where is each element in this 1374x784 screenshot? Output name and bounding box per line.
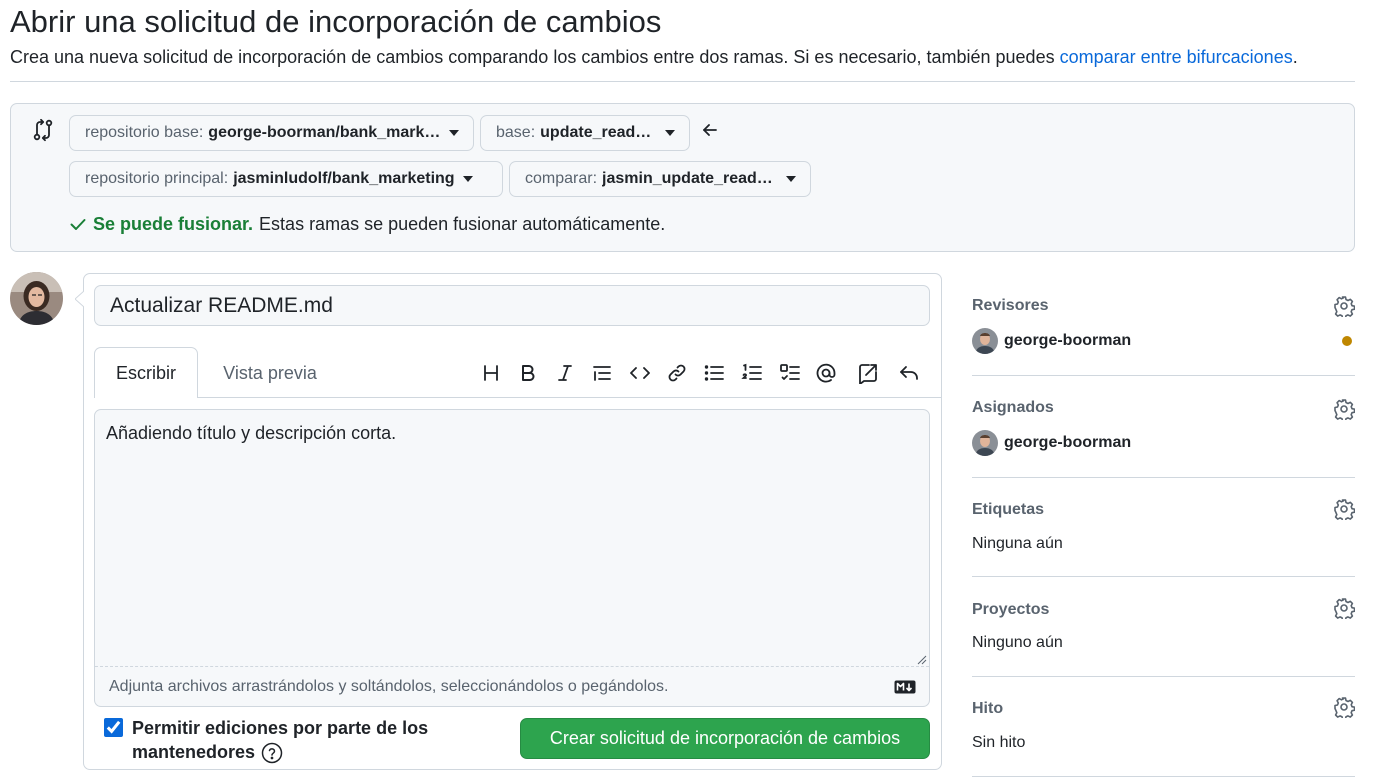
title-input[interactable] [94, 285, 930, 326]
projects-value: Ninguno aún [972, 634, 1063, 651]
undo-button[interactable] [896, 360, 922, 386]
speech-caret [75, 291, 84, 307]
dropzone-divider [95, 666, 929, 667]
check-icon [70, 219, 86, 230]
base-repo-value: george-boorman/bank_marketing [208, 124, 441, 141]
subtitle-text: Crea una nueva solicitud de incorporació… [10, 47, 1060, 67]
heading-icon [484, 365, 498, 381]
pending-review-dot [1342, 336, 1352, 346]
mention-icon [816, 363, 836, 383]
task-list-icon [780, 364, 800, 380]
reviewer-avatar [972, 328, 998, 354]
resize-handle-icon[interactable] [915, 653, 927, 665]
caret-down-icon [786, 176, 796, 182]
quote-button[interactable] [589, 360, 615, 386]
page-subtitle: Crea una nueva solicitud de incorporació… [10, 45, 1298, 69]
labels-value: Ninguna aún [972, 535, 1063, 552]
undo-icon [900, 366, 918, 380]
attach-hint[interactable]: Adjunta archivos arrastrándolos y soltán… [109, 676, 668, 698]
assignees-title[interactable]: Asignados [972, 397, 1054, 419]
heading-button[interactable] [478, 360, 504, 386]
caret-down-icon [449, 130, 459, 136]
ordered-list-icon [741, 363, 762, 380]
assignee-name: george-boorman [1004, 434, 1132, 451]
sidebar-divider [972, 776, 1355, 777]
author-avatar [10, 272, 63, 325]
reference-icon [859, 364, 877, 384]
code-icon [630, 367, 650, 379]
caret-down-icon [462, 176, 473, 182]
compare-branch-value: jasmin_update_readme [602, 170, 778, 187]
milestone-value: Sin hito [972, 734, 1026, 751]
reviewer-name: george-boorman [1004, 332, 1132, 349]
link-button[interactable] [664, 360, 690, 386]
compare-branch-label: comparar: [525, 170, 598, 187]
projects-title[interactable]: Proyectos [972, 599, 1049, 621]
caret-down-icon [665, 130, 675, 136]
merge-status-text: Estas ramas se pueden fusionar automátic… [259, 214, 666, 234]
bold-button[interactable] [515, 360, 541, 386]
tab-write[interactable]: Escribir [94, 347, 198, 398]
head-repo-button[interactable]: repositorio principal: jasminludolf/bank… [69, 161, 503, 197]
assignee-user[interactable]: george-boorman [972, 430, 1131, 456]
sidebar-divider [972, 676, 1355, 677]
git-compare-icon [33, 118, 53, 142]
gear-icon[interactable] [1333, 498, 1355, 520]
base-repo-label: repositorio base: [85, 124, 204, 141]
bold-icon [522, 365, 535, 381]
merge-status: Se puede fusionar. Estas ramas se pueden… [69, 212, 665, 236]
unordered-list-button[interactable] [701, 360, 727, 386]
sidebar-divider [972, 576, 1355, 577]
italic-icon [558, 365, 572, 381]
code-button[interactable] [627, 360, 653, 386]
assignee-avatar [972, 430, 998, 456]
quote-icon [593, 366, 611, 381]
body-textarea[interactable]: Añadiendo título y descripción corta. [95, 410, 929, 666]
base-branch-label: base: [496, 124, 536, 141]
markdown-icon[interactable] [894, 680, 916, 694]
arrow-left-icon [703, 124, 717, 136]
base-branch-button[interactable]: base: update_readme [480, 115, 690, 151]
gear-icon[interactable] [1333, 398, 1355, 420]
question-icon[interactable] [261, 742, 283, 764]
reviewers-title[interactable]: Revisores [972, 295, 1049, 317]
gear-icon[interactable] [1333, 295, 1355, 317]
sidebar-divider [972, 477, 1355, 478]
create-pr-button[interactable]: Crear solicitud de incorporación de camb… [520, 718, 930, 759]
mention-button[interactable] [813, 360, 839, 386]
ordered-list-button[interactable] [739, 360, 765, 386]
labels-title[interactable]: Etiquetas [972, 499, 1044, 521]
head-repo-value: jasminludolf/bank_marketing [233, 170, 455, 187]
reviewer-user[interactable]: george-boorman [972, 328, 1131, 354]
page-title: Abrir una solicitud de incorporación de … [10, 4, 662, 39]
unordered-list-icon [704, 365, 724, 381]
sidebar-divider [972, 375, 1355, 376]
reference-button[interactable] [855, 360, 881, 386]
tabs-divider [94, 397, 941, 398]
gear-icon[interactable] [1333, 597, 1355, 619]
head-repo-label: repositorio principal: [85, 170, 229, 187]
task-list-button[interactable] [777, 360, 803, 386]
maintainer-label[interactable]: Permitir ediciones por parte de los mant… [132, 716, 462, 764]
gear-icon[interactable] [1333, 696, 1355, 718]
header-divider [10, 81, 1355, 82]
milestone-title[interactable]: Hito [972, 698, 1003, 720]
maintainer-checkbox[interactable] [104, 718, 123, 737]
link-icon [668, 364, 686, 382]
compare-forks-link[interactable]: comparar entre bifurcaciones [1060, 47, 1293, 67]
subtitle-end: . [1292, 47, 1298, 67]
tab-preview[interactable]: Vista previa [205, 347, 335, 397]
italic-button[interactable] [552, 360, 578, 386]
merge-status-ok: Se puede fusionar. [93, 214, 254, 234]
compare-branch-button[interactable]: comparar: jasmin_update_readme [509, 161, 811, 197]
base-branch-value: update_readme [540, 124, 657, 141]
base-repo-button[interactable]: repositorio base: george-boorman/bank_ma… [69, 115, 474, 151]
